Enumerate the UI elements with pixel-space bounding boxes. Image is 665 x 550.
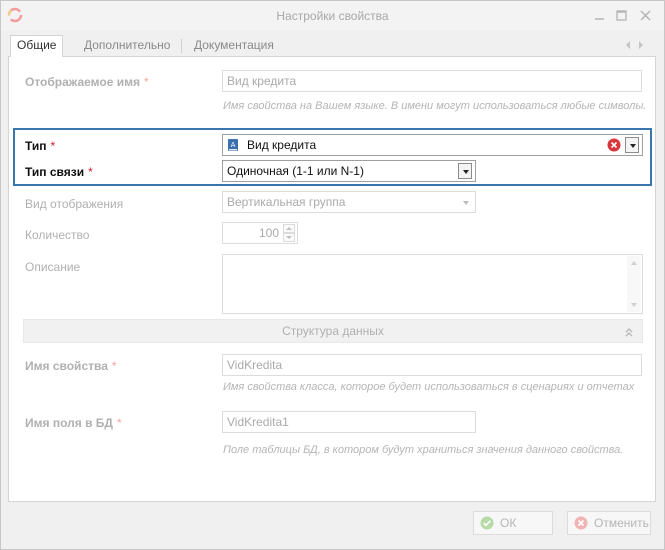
db-field-name-label: Имя поля в БД *: [25, 416, 122, 430]
required-mark: *: [116, 416, 122, 430]
close-icon[interactable]: [637, 7, 655, 25]
ok-label: ОК: [500, 516, 517, 530]
display-name-label: Отображаемое имя *: [25, 75, 149, 89]
description-textarea[interactable]: [222, 254, 643, 314]
minimize-icon[interactable]: [591, 7, 609, 25]
view-mode-select[interactable]: Вертикальная группа: [222, 191, 476, 213]
display-name-label-text: Отображаемое имя: [25, 75, 140, 89]
cancel-label: Отменить: [594, 516, 649, 530]
tab-general[interactable]: Общие: [10, 35, 64, 58]
collapse-icon[interactable]: [624, 327, 634, 337]
ok-button[interactable]: ОК: [473, 511, 553, 535]
quantity-stepper[interactable]: 100: [222, 222, 298, 244]
cancel-button[interactable]: Отменить: [567, 511, 651, 535]
view-mode-dropdown-button[interactable]: [458, 194, 472, 210]
tab-scroll-right-icon[interactable]: [636, 39, 646, 51]
display-name-hint: Имя свойства на Вашем языке. В имени мог…: [223, 100, 647, 112]
data-structure-section-header[interactable]: Структура данных: [23, 319, 643, 343]
property-settings-window: Настройки свойства Общие Дополнительно Д…: [0, 0, 665, 550]
maximize-icon[interactable]: [613, 7, 631, 25]
quantity-label: Количество: [25, 228, 90, 242]
view-mode-label: Вид отображения: [25, 197, 124, 211]
required-mark: *: [111, 359, 117, 373]
db-field-name-hint: Поле таблицы БД, в котором будут хранить…: [223, 444, 624, 456]
scroll-down-icon[interactable]: [630, 302, 638, 308]
tab-documentation[interactable]: Документация: [188, 36, 280, 57]
cancel-icon: [574, 516, 588, 530]
tab-scroll-left-icon[interactable]: [623, 39, 633, 51]
description-label: Описание: [25, 260, 81, 274]
display-name-input[interactable]: Вид кредита: [222, 70, 642, 92]
property-name-hint: Имя свойства класса, которое будет испол…: [223, 381, 635, 393]
required-mark: *: [143, 75, 149, 89]
highlight-frame: [13, 128, 652, 186]
description-scrollbar[interactable]: [627, 256, 641, 312]
tab-bar: Общие Дополнительно Документация: [8, 34, 656, 58]
db-field-name-label-text: Имя поля в БД: [25, 416, 113, 430]
window-title: Настройки свойства: [276, 9, 389, 23]
view-mode-value: Вертикальная группа: [227, 195, 346, 209]
property-name-label: Имя свойства *: [25, 359, 117, 373]
tab-divider: [181, 39, 182, 53]
checkmark-icon: [480, 516, 494, 530]
db-field-name-input[interactable]: VidKredita1: [222, 411, 476, 433]
title-bar: Настройки свойства: [1, 1, 664, 31]
scroll-up-icon[interactable]: [630, 260, 638, 266]
quantity-value: 100: [258, 226, 279, 240]
general-tab-panel: Отображаемое имя * Вид кредита Имя свойст…: [8, 57, 656, 502]
property-name-label-text: Имя свойства: [25, 359, 108, 373]
spin-arrows-icon[interactable]: [283, 224, 295, 242]
tab-additional[interactable]: Дополнительно: [78, 36, 176, 57]
property-name-input[interactable]: VidKredita: [222, 354, 642, 376]
data-structure-title: Структура данных: [282, 324, 384, 338]
